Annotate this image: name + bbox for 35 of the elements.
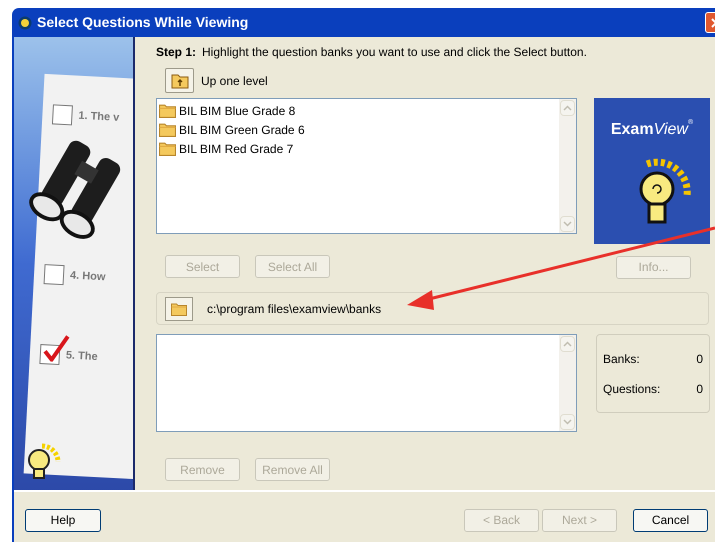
up-one-level-button[interactable]	[165, 68, 194, 93]
bank-list-item[interactable]: BIL BIM Green Grade 6	[159, 120, 559, 139]
folder-icon	[159, 122, 176, 137]
chevron-up-icon	[563, 341, 572, 347]
logo-text: Exam	[610, 120, 654, 140]
up-one-level-label: Up one level	[201, 72, 268, 90]
scroll-down-button[interactable]	[560, 414, 575, 430]
window-title: Select Questions While Viewing	[37, 13, 248, 32]
scroll-down-button[interactable]	[560, 216, 575, 232]
folder-up-icon	[170, 72, 188, 88]
path-text: c:\program files\examview\banks	[207, 300, 382, 318]
chevron-down-icon	[563, 419, 572, 425]
stat-label: Questions:	[603, 380, 660, 398]
question-text: 1. The v	[78, 108, 120, 126]
bank-list-item[interactable]: BIL BIM Red Grade 7	[159, 139, 559, 158]
step-instruction: Highlight the question banks you want to use and click the Select button.	[202, 44, 587, 61]
folder-icon	[159, 141, 176, 156]
stat-value: 0	[696, 380, 703, 398]
question-text: 4. How	[70, 268, 106, 286]
cancel-button[interactable]: Cancel	[633, 508, 708, 532]
stat-label: Banks:	[603, 350, 640, 368]
step-label: Step 1:	[156, 44, 196, 61]
scroll-up-button[interactable]	[560, 336, 575, 352]
folder-icon	[159, 103, 176, 118]
chevron-down-icon	[563, 221, 572, 227]
help-button[interactable]: Help	[25, 508, 101, 532]
browse-folder-button[interactable]	[165, 296, 193, 320]
scroll-up-button[interactable]	[560, 100, 575, 116]
chevron-up-icon	[563, 105, 572, 111]
question-text: 5. The	[65, 348, 98, 365]
app-icon	[18, 16, 32, 30]
bank-list-item[interactable]: BIL BIM Blue Grade 8	[159, 101, 559, 120]
folder-icon	[170, 302, 188, 316]
stat-value: 0	[696, 350, 703, 368]
logo-text-italic: View	[654, 121, 688, 140]
